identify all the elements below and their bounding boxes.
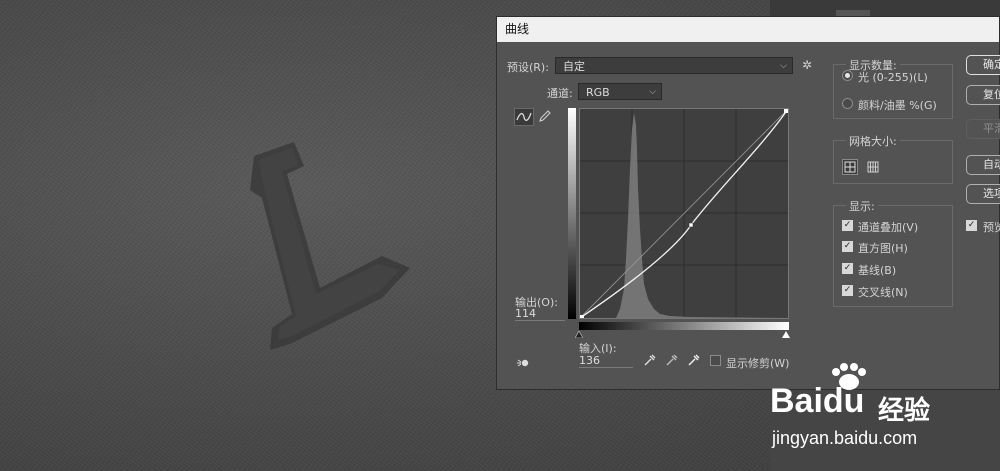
preset-dropdown[interactable]: 自定 ⌵ xyxy=(555,57,793,74)
smooth-button[interactable]: 平滑 xyxy=(966,119,1000,139)
baidu-jingyan-watermark: Baidu 经验 jingyan.baidu.com xyxy=(770,360,1000,470)
eyedropper-white-icon[interactable] xyxy=(687,353,701,367)
output-field[interactable]: 114 xyxy=(515,307,565,321)
curve-tool-icon xyxy=(516,112,532,121)
show-options-title: 显示: xyxy=(846,198,878,214)
input-field[interactable]: 136 xyxy=(579,354,633,368)
embossed-letter-image xyxy=(250,142,410,350)
preview-label: 预览 xyxy=(983,221,1000,234)
checkbox-baseline[interactable]: ✓ xyxy=(842,263,853,274)
reset-button[interactable]: 复位 xyxy=(966,85,1000,105)
watermark-cn: 经验 xyxy=(878,395,931,425)
chevron-down-icon: ⌵ xyxy=(649,87,656,97)
checkbox-histogram[interactable]: ✓ xyxy=(842,241,853,252)
curve-graph[interactable] xyxy=(579,108,789,319)
radio-light[interactable] xyxy=(842,70,853,81)
eyedropper-black-icon[interactable] xyxy=(643,353,657,367)
preset-value: 自定 xyxy=(563,60,585,73)
curves-dialog: 曲线 预设(R): 自定 ⌵ ✲ 通道: RGB ⌵ 输出(O): 114 输入… xyxy=(496,16,1000,390)
hand-target-icon[interactable] xyxy=(515,357,531,369)
intersection-label: 交叉线(N) xyxy=(858,286,908,299)
gear-icon[interactable]: ✲ xyxy=(802,59,812,71)
watermark-url: jingyan.baidu.com xyxy=(772,428,918,448)
options-button[interactable]: 选项 xyxy=(966,184,1000,204)
histogram-label: 直方图(H) xyxy=(858,242,908,255)
show-clipping-checkbox[interactable] xyxy=(710,355,721,366)
radio-light-label: 光 (0-255)(L) xyxy=(858,71,928,84)
preview-checkbox[interactable]: ✓ xyxy=(966,220,977,231)
input-gradient-bar xyxy=(579,322,789,330)
dialog-title: 曲线 xyxy=(497,17,999,42)
channel-overlay-label: 通道叠加(V) xyxy=(858,221,919,234)
channel-dropdown[interactable]: RGB ⌵ xyxy=(578,83,662,100)
paw-logo-icon xyxy=(832,363,866,390)
ok-button[interactable]: 确定 xyxy=(966,55,1000,75)
channel-label: 通道: xyxy=(547,87,573,100)
radio-pigment[interactable] xyxy=(842,98,853,109)
chevron-down-icon: ⌵ xyxy=(780,61,787,71)
checkbox-intersection[interactable]: ✓ xyxy=(842,285,853,296)
control-point xyxy=(688,222,694,228)
grid-size-title: 网格大小: xyxy=(846,133,900,149)
checkbox-channel-overlay[interactable]: ✓ xyxy=(842,220,853,231)
channel-value: RGB xyxy=(586,86,610,99)
output-gradient-bar xyxy=(568,108,576,319)
curve-tool-button[interactable] xyxy=(514,108,534,126)
grid-detailed-icon[interactable] xyxy=(865,159,881,175)
white-point-slider[interactable] xyxy=(782,331,790,338)
preset-label: 预设(R): xyxy=(507,61,549,74)
radio-pigment-label: 颜料/油墨 %(G) xyxy=(858,99,937,112)
baseline-label: 基线(B) xyxy=(858,264,897,277)
eyedropper-gray-icon[interactable] xyxy=(665,353,679,367)
auto-button[interactable]: 自动 xyxy=(966,155,1000,175)
histogram xyxy=(616,113,788,318)
black-point-slider[interactable] xyxy=(575,331,583,338)
grid-simple-icon[interactable] xyxy=(842,159,858,175)
pencil-tool-icon[interactable] xyxy=(537,108,553,124)
